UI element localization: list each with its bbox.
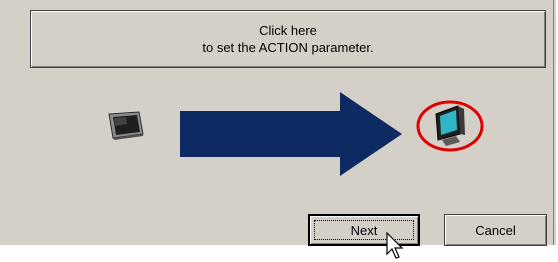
set-action-parameter-button[interactable]: Click here to set the ACTION parameter. bbox=[30, 10, 546, 68]
mouse-pointer-icon bbox=[386, 232, 404, 259]
dialog-panel: Click here to set the ACTION parameter. … bbox=[0, 0, 558, 259]
action-button-line2: to set the ACTION parameter. bbox=[202, 40, 374, 55]
action-button-line1: Click here bbox=[259, 23, 317, 38]
cancel-button[interactable]: Cancel bbox=[444, 214, 547, 246]
cancel-button-label: Cancel bbox=[475, 222, 516, 238]
panel-display-icon bbox=[108, 111, 144, 140]
pc-monitor-icon bbox=[416, 100, 484, 152]
transfer-arrow-icon bbox=[180, 92, 402, 176]
